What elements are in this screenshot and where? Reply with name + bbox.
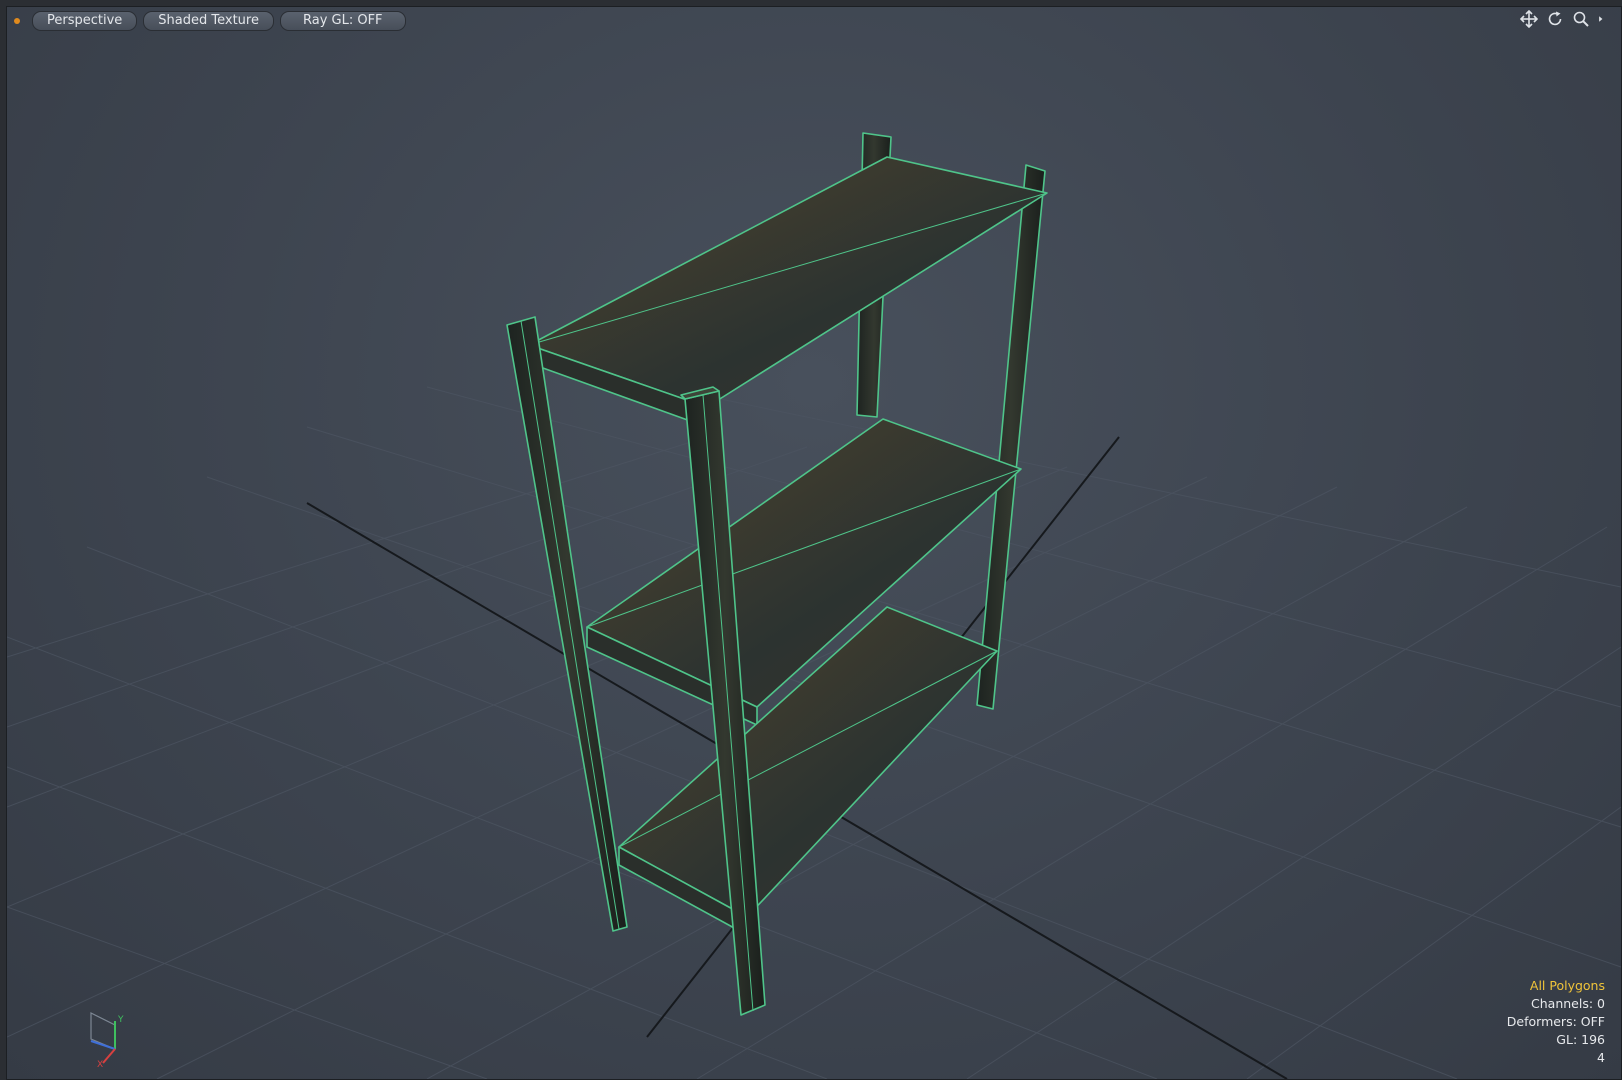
deformers-stat: Deformers: OFF [1506,1014,1605,1029]
viewport-status-dot[interactable] [14,18,20,24]
shelf-model [506,132,1048,1016]
shading-mode-button[interactable]: Shaded Texture [143,11,274,31]
axis-x-label: X [97,1060,103,1069]
axis-gizmo: Y X [90,1012,124,1069]
move-view-icon[interactable] [1520,10,1538,28]
viewport-nav-controls [1520,10,1608,28]
viewport-stats: All Polygons Channels: 0 Deformers: OFF … [1507,977,1605,1067]
scene-canvas[interactable] [7,7,1621,1079]
extra-stat: 4 [1597,1050,1605,1065]
channels-stat: Channels: 0 [1531,996,1605,1011]
viewport-toolbar: Perspective Shaded Texture Ray GL: OFF [6,6,1620,36]
rotate-view-icon[interactable] [1546,10,1564,28]
post-back-right [976,164,1046,710]
shelf-top [528,156,1048,408]
gl-stat: GL: 196 [1556,1032,1605,1047]
view-mode-button[interactable]: Perspective [32,11,138,31]
axis-y-label: Y [117,1015,124,1025]
zoom-view-icon[interactable] [1572,10,1590,28]
more-arrow-icon[interactable] [1598,10,1608,28]
selection-mode-label[interactable]: All Polygons [1507,977,1605,995]
3d-viewport[interactable]: Y X All Polygons Channels: 0 Deformers: … [6,6,1622,1080]
ray-gl-button[interactable]: Ray GL: OFF [279,11,406,31]
